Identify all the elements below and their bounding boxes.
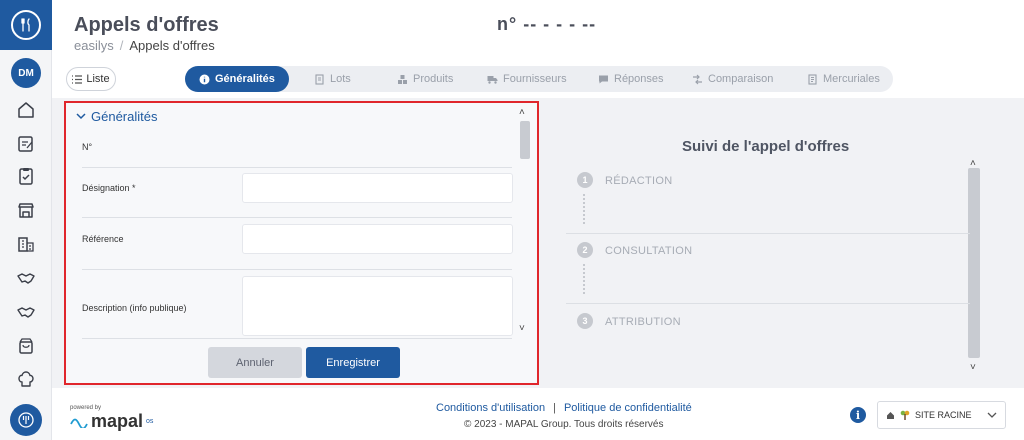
price-list-icon: [808, 73, 817, 85]
step-connector: [583, 194, 585, 224]
step-number: 3: [577, 313, 593, 329]
tab-label: Généralités: [215, 73, 275, 85]
breadcrumb: easilys / Appels d'offres: [74, 38, 215, 53]
tab-label: Comparaison: [708, 73, 774, 85]
form-scrollbar[interactable]: ˄ ˅: [517, 107, 533, 335]
site-selector[interactable]: SITE RACINE: [877, 401, 1006, 429]
tracking-panel: Suivi de l'appel d'offres ˄ ˅ 1 RÉDACTIO…: [552, 108, 1002, 384]
building-chart-icon[interactable]: [16, 234, 36, 254]
tab-reponses[interactable]: Réponses: [598, 66, 664, 92]
site-label: SITE RACINE: [915, 410, 972, 420]
step-number: 1: [577, 172, 593, 188]
tender-number: n° -- - - - --: [497, 14, 597, 34]
step-label-attribution: ATTRIBUTION: [605, 316, 681, 328]
step-connector: [583, 264, 585, 294]
section-header-generalites[interactable]: Généralités: [76, 109, 157, 124]
designation-input[interactable]: [242, 173, 513, 203]
step-label-redaction: RÉDACTION: [605, 175, 673, 187]
designation-label: Désignation *: [82, 183, 136, 193]
step-divider: [566, 233, 970, 234]
mapal-brand-suffix: os: [146, 418, 154, 425]
list-button[interactable]: Liste: [66, 67, 116, 91]
field-divider: [82, 217, 512, 218]
tab-fournisseurs[interactable]: Fournisseurs: [487, 66, 567, 92]
tracking-scrollbar[interactable]: [968, 168, 980, 358]
privacy-link[interactable]: Politique de confidentialité: [564, 402, 692, 414]
mapal-logo: mapal os: [70, 411, 153, 432]
mapal-wave-icon: [70, 418, 88, 428]
breadcrumb-separator: /: [119, 38, 124, 53]
mapal-brand: mapal: [91, 411, 144, 431]
tab-label: Mercuriales: [823, 73, 880, 85]
chef-hat-icon[interactable]: [16, 369, 36, 389]
tab-label: Produits: [413, 73, 454, 85]
tab-comparaison[interactable]: Comparaison: [692, 66, 773, 92]
scroll-down-arrow[interactable]: ˅: [970, 362, 976, 373]
copyright: © 2023 - MAPAL Group. Tous droits réserv…: [464, 419, 664, 430]
tab-lots[interactable]: Lots: [314, 66, 351, 92]
tab-label: Réponses: [614, 73, 664, 85]
store-icon[interactable]: [16, 200, 36, 220]
info-icon[interactable]: i: [850, 407, 866, 423]
field-divider: [82, 338, 512, 339]
tab-label: Lots: [330, 73, 351, 85]
footer-separator: |: [553, 402, 556, 414]
chevron-down-icon: [76, 113, 86, 120]
terms-link[interactable]: Conditions d'utilisation: [436, 402, 545, 414]
tab-label: Fournisseurs: [503, 73, 567, 85]
reference-input[interactable]: [242, 224, 513, 254]
clipboard-check-icon[interactable]: [16, 166, 36, 186]
chat-bubble-icon: [599, 75, 608, 83]
handshake-alt-icon[interactable]: [16, 302, 36, 322]
save-button[interactable]: Enregistrer: [306, 347, 400, 378]
app-logo[interactable]: [0, 0, 52, 50]
sidebar: DM: [0, 0, 52, 440]
tab-mercuriales[interactable]: Mercuriales: [807, 66, 880, 92]
field-divider: [82, 167, 512, 168]
step-divider: [566, 303, 970, 304]
truck-icon: [487, 75, 498, 84]
scroll-up-arrow[interactable]: ˄: [519, 107, 525, 118]
boxes-icon: [398, 74, 407, 84]
step-number: 2: [577, 242, 593, 258]
shopping-bag-icon[interactable]: [16, 336, 36, 356]
step-label-consultation: CONSULTATION: [605, 245, 693, 257]
description-label: Description (info publique): [82, 303, 187, 313]
section-title: Généralités: [91, 109, 158, 124]
cutlery-icon: [11, 10, 41, 40]
list-icon: [72, 74, 83, 84]
tab-produits[interactable]: Produits: [397, 66, 453, 92]
scroll-down-arrow[interactable]: ˅: [519, 323, 525, 334]
description-textarea[interactable]: [242, 276, 513, 336]
home-small-icon: [887, 411, 894, 419]
info-circle-icon: [199, 74, 210, 84]
chevron-down-icon: [987, 412, 997, 418]
handshake-icon[interactable]: [16, 268, 36, 288]
list-button-label: Liste: [86, 73, 110, 85]
avatar[interactable]: DM: [11, 58, 41, 88]
footer-links: Conditions d'utilisation | Politique de …: [436, 402, 692, 414]
scroll-thumb[interactable]: [520, 121, 530, 159]
edit-document-icon[interactable]: [16, 134, 36, 154]
mapal-round-icon[interactable]: [10, 404, 42, 436]
reference-label: Référence: [82, 234, 124, 244]
cancel-button[interactable]: Annuler: [208, 347, 302, 378]
breadcrumb-current: Appels d'offres: [129, 38, 215, 53]
tab-generalites[interactable]: Généralités: [185, 66, 289, 92]
tab-bar: Généralités Lots Produits Fournisseurs R…: [185, 66, 893, 92]
document-icon: [315, 73, 324, 85]
tree-icon: [900, 410, 910, 420]
page-title: Appels d'offres: [74, 14, 219, 36]
breadcrumb-root[interactable]: easilys: [74, 38, 114, 53]
generalites-form-panel: Généralités ˄ ˅ N° Désignation * Référen…: [64, 101, 539, 385]
tracking-title: Suivi de l'appel d'offres: [682, 138, 850, 155]
field-divider: [82, 269, 512, 270]
number-label: N°: [82, 142, 93, 152]
compare-icon: [693, 74, 702, 84]
home-icon[interactable]: [16, 100, 36, 120]
